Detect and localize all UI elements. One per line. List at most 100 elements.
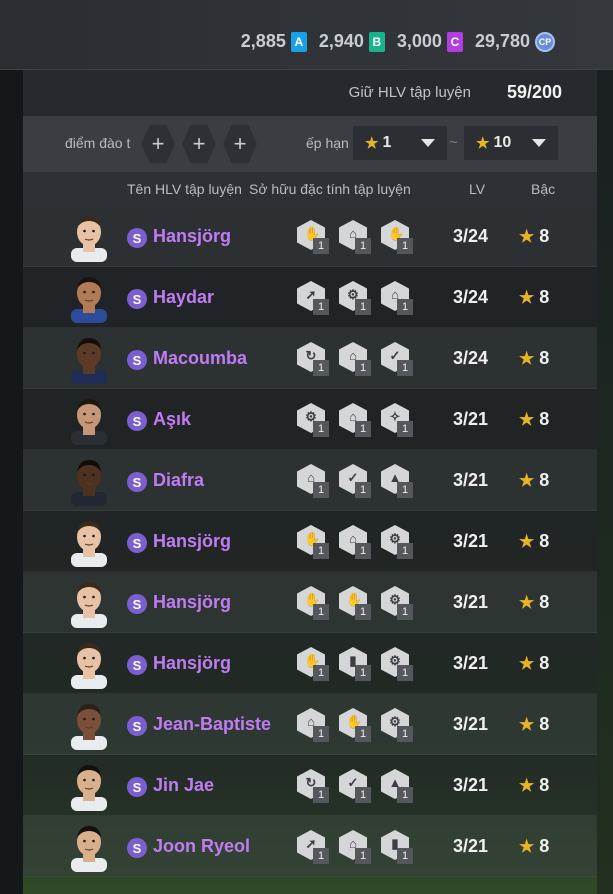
trait-icon[interactable]: ⌂ 1 <box>339 342 371 376</box>
column-name[interactable]: Tên HLV tập luyện <box>127 181 242 197</box>
coach-name[interactable]: Hansjörg <box>153 531 231 552</box>
trait-icon[interactable]: ⚙ 1 <box>297 403 329 437</box>
avatar <box>71 399 107 445</box>
keep-coach-label: Giữ HLV tập luyện <box>348 84 471 101</box>
coach-name[interactable]: Jin Jae <box>153 775 214 796</box>
coin-icon: CP <box>535 31 555 52</box>
currency-b-amount: 2,940 <box>318 31 364 51</box>
trait-icon[interactable]: ✓ 1 <box>339 769 371 803</box>
rank-max-dropdown[interactable]: ★ 10 <box>464 126 558 160</box>
coach-grade: ★ 8 <box>519 409 549 430</box>
coach-grade: ★ 8 <box>519 775 549 796</box>
column-grade[interactable]: Bậc <box>531 181 555 197</box>
trait-icon[interactable]: ✋ 1 <box>339 586 371 620</box>
table-row[interactable]: S Hansjörg ✋ 1 ✋ 1 ⚙ 1 3/21 ★ 8 <box>23 572 597 633</box>
add-filter-button-1[interactable]: + <box>141 125 175 163</box>
trait-icon[interactable]: ✋ 1 <box>381 220 413 254</box>
coach-name[interactable]: Macoumba <box>153 348 247 369</box>
trait-icon[interactable]: ✧ 1 <box>381 403 413 437</box>
coach-name[interactable]: Joon Ryeol <box>153 836 250 857</box>
trait-icon[interactable]: ⌂ 1 <box>339 830 371 864</box>
coach-name[interactable]: Diafra <box>153 470 204 491</box>
trait-icon[interactable]: ➚ 1 <box>297 830 329 864</box>
right-edge <box>597 70 613 894</box>
trait-icon[interactable]: ✓ 1 <box>381 342 413 376</box>
coach-name[interactable]: Hansjörg <box>153 592 231 613</box>
trait-icon[interactable]: ✋ 1 <box>297 647 329 681</box>
avatar <box>71 765 107 811</box>
avatar <box>71 338 107 384</box>
table-row[interactable]: S Hansjörg ✋ 1 ▮ 1 ⚙ 1 3/21 ★ 8 <box>23 633 597 694</box>
coach-grade: ★ 8 <box>519 531 549 552</box>
star-icon: ★ <box>519 593 535 612</box>
avatar <box>71 460 107 506</box>
rank-min-dropdown[interactable]: ★ 1 <box>353 126 447 160</box>
table-row[interactable]: S Haydar ➚ 1 ⚙ 1 ⌂ 1 3/24 ★ 8 <box>23 267 597 328</box>
trait-list: ⚙ 1 ⌂ 1 ✧ 1 <box>297 403 413 437</box>
trait-list: ⌂ 1 ✓ 1 ▲ 1 <box>297 464 413 498</box>
trait-icon[interactable]: ⌂ 1 <box>339 403 371 437</box>
trait-icon[interactable]: ⌂ 1 <box>297 464 329 498</box>
trait-icon[interactable]: ✋ 1 <box>339 708 371 742</box>
coach-grade: ★ 8 <box>519 287 549 308</box>
star-icon: ★ <box>476 135 490 152</box>
chevron-down-icon <box>421 139 435 147</box>
trait-icon[interactable]: ⚙ 1 <box>381 708 413 742</box>
column-lv[interactable]: LV <box>469 181 485 197</box>
rarity-s-badge: S <box>127 716 147 736</box>
table-row[interactable]: S Hansjörg ✋ 1 ⌂ 1 ⚙ 1 3/21 ★ 8 <box>23 511 597 572</box>
coach-name[interactable]: Hansjörg <box>153 226 231 247</box>
trait-icon[interactable]: ▲ 1 <box>381 464 413 498</box>
trait-icon[interactable]: ⌂ 1 <box>381 281 413 315</box>
coach-grade: ★ 8 <box>519 592 549 613</box>
table-row[interactable]: S Jean-Baptiste ⌂ 1 ✋ 1 ⚙ 1 3/21 ★ 8 <box>23 694 597 755</box>
star-icon: ★ <box>519 654 535 673</box>
trait-icon[interactable]: ✓ 1 <box>339 464 371 498</box>
coach-grade: ★ 8 <box>519 836 549 857</box>
trait-icon[interactable]: ⌂ 1 <box>339 525 371 559</box>
coach-level: 3/21 <box>453 775 489 795</box>
trait-level: 1 <box>397 543 413 559</box>
trait-icon[interactable]: ⚙ 1 <box>381 586 413 620</box>
add-filter-button-2[interactable]: + <box>182 125 216 163</box>
rarity-s-badge: S <box>127 838 147 858</box>
trait-level: 1 <box>397 726 413 742</box>
trait-icon[interactable]: ⌂ 1 <box>339 220 371 254</box>
table-row[interactable]: S Hansjörg ✋ 1 ⌂ 1 ✋ 1 3/24 ★ 8 <box>23 206 597 267</box>
trait-icon[interactable]: ↻ 1 <box>297 342 329 376</box>
grade-value: 8 <box>539 226 550 246</box>
trait-level: 1 <box>313 299 329 315</box>
trait-icon[interactable]: ⚙ 1 <box>381 525 413 559</box>
trait-icon[interactable]: ↻ 1 <box>297 769 329 803</box>
trait-icon[interactable]: ▮ 1 <box>381 830 413 864</box>
rarity-s-badge: S <box>127 472 147 492</box>
trait-icon[interactable]: ✋ 1 <box>297 220 329 254</box>
grade-value: 8 <box>539 470 550 490</box>
avatar <box>71 826 107 872</box>
trait-level: 1 <box>397 421 413 437</box>
trait-icon[interactable]: ✋ 1 <box>297 586 329 620</box>
column-traits[interactable]: Sở hữu đặc tính tập luyện <box>249 181 411 197</box>
table-row[interactable]: S Diafra ⌂ 1 ✓ 1 ▲ 1 3/21 ★ 8 <box>23 450 597 511</box>
table-row[interactable]: S Jin Jae ↻ 1 ✓ 1 ▲ 1 3/21 ★ 8 <box>23 755 597 816</box>
table-row[interactable]: S Joon Ryeol ➚ 1 ⌂ 1 ▮ 1 3/21 ★ 8 <box>23 816 597 877</box>
trait-icon[interactable]: ✋ 1 <box>297 525 329 559</box>
trait-level: 1 <box>397 238 413 254</box>
trait-icon[interactable]: ⚙ 1 <box>339 281 371 315</box>
coach-level: 3/21 <box>453 531 489 551</box>
coach-name[interactable]: Haydar <box>153 287 214 308</box>
trait-icon[interactable]: ▲ 1 <box>381 769 413 803</box>
avatar <box>71 216 107 262</box>
add-filter-button-3[interactable]: + <box>223 125 257 163</box>
trait-icon[interactable]: ▮ 1 <box>339 647 371 681</box>
table-row[interactable]: S Macoumba ↻ 1 ⌂ 1 ✓ 1 3/24 ★ 8 <box>23 328 597 389</box>
coach-name[interactable]: Hansjörg <box>153 653 231 674</box>
trait-icon[interactable]: ➚ 1 <box>297 281 329 315</box>
trait-icon[interactable]: ⚙ 1 <box>381 647 413 681</box>
grade-value: 8 <box>539 653 550 673</box>
trait-icon[interactable]: ⌂ 1 <box>297 708 329 742</box>
table-row[interactable]: S Aşık ⚙ 1 ⌂ 1 ✧ 1 3/21 ★ 8 <box>23 389 597 450</box>
coach-name[interactable]: Aşık <box>153 409 191 430</box>
coach-name[interactable]: Jean-Baptiste <box>153 714 271 735</box>
trait-level: 1 <box>355 421 371 437</box>
